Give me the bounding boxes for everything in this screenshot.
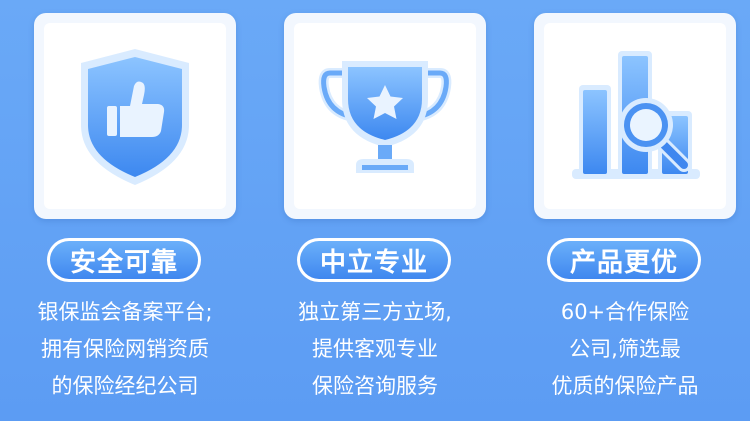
description-line: 独立第三方立场, xyxy=(298,300,452,324)
feature-better-products: 产品更优 60+合作保险 公司,筛选最 优质的保险产品 xyxy=(500,0,750,421)
description-line: 保险咨询服务 xyxy=(312,374,438,398)
description-line: 60+合作保险 xyxy=(560,300,690,324)
description-line: 公司,筛选最 xyxy=(569,337,681,361)
feature-description: 银保监会备案平台; 拥有保险网销资质 的保险经纪公司 xyxy=(5,294,245,405)
feature-card xyxy=(284,13,486,219)
feature-description: 独立第三方立场, 提供客观专业 保险咨询服务 xyxy=(255,294,495,405)
description-line: 的保险经纪公司 xyxy=(51,374,199,398)
feature-safe-reliable: 安全可靠 银保监会备案平台; 拥有保险网销资质 的保险经纪公司 xyxy=(0,0,250,421)
shield-thumbs-up-icon xyxy=(81,49,189,185)
feature-title: 产品更优 xyxy=(550,241,698,279)
feature-card xyxy=(34,13,236,219)
trophy-star-icon xyxy=(318,61,452,173)
description-line: 提供客观专业 xyxy=(312,337,438,361)
feature-title-pill: 中立专业 xyxy=(297,238,451,282)
feature-title: 安全可靠 xyxy=(50,241,198,279)
feature-title-pill: 产品更优 xyxy=(547,238,701,282)
description-line: 拥有保险网销资质 xyxy=(41,337,209,361)
feature-neutral-professional: 中立专业 独立第三方立场, 提供客观专业 保险咨询服务 xyxy=(250,0,500,421)
description-line: 优质的保险产品 xyxy=(551,374,699,398)
description-line: 银保监会备案平台; xyxy=(37,300,213,324)
feature-title-pill: 安全可靠 xyxy=(47,238,201,282)
feature-card xyxy=(534,13,736,219)
feature-title: 中立专业 xyxy=(300,241,448,279)
feature-description: 60+合作保险 公司,筛选最 优质的保险产品 xyxy=(505,294,745,405)
bar-chart-magnifier-icon xyxy=(572,51,700,179)
